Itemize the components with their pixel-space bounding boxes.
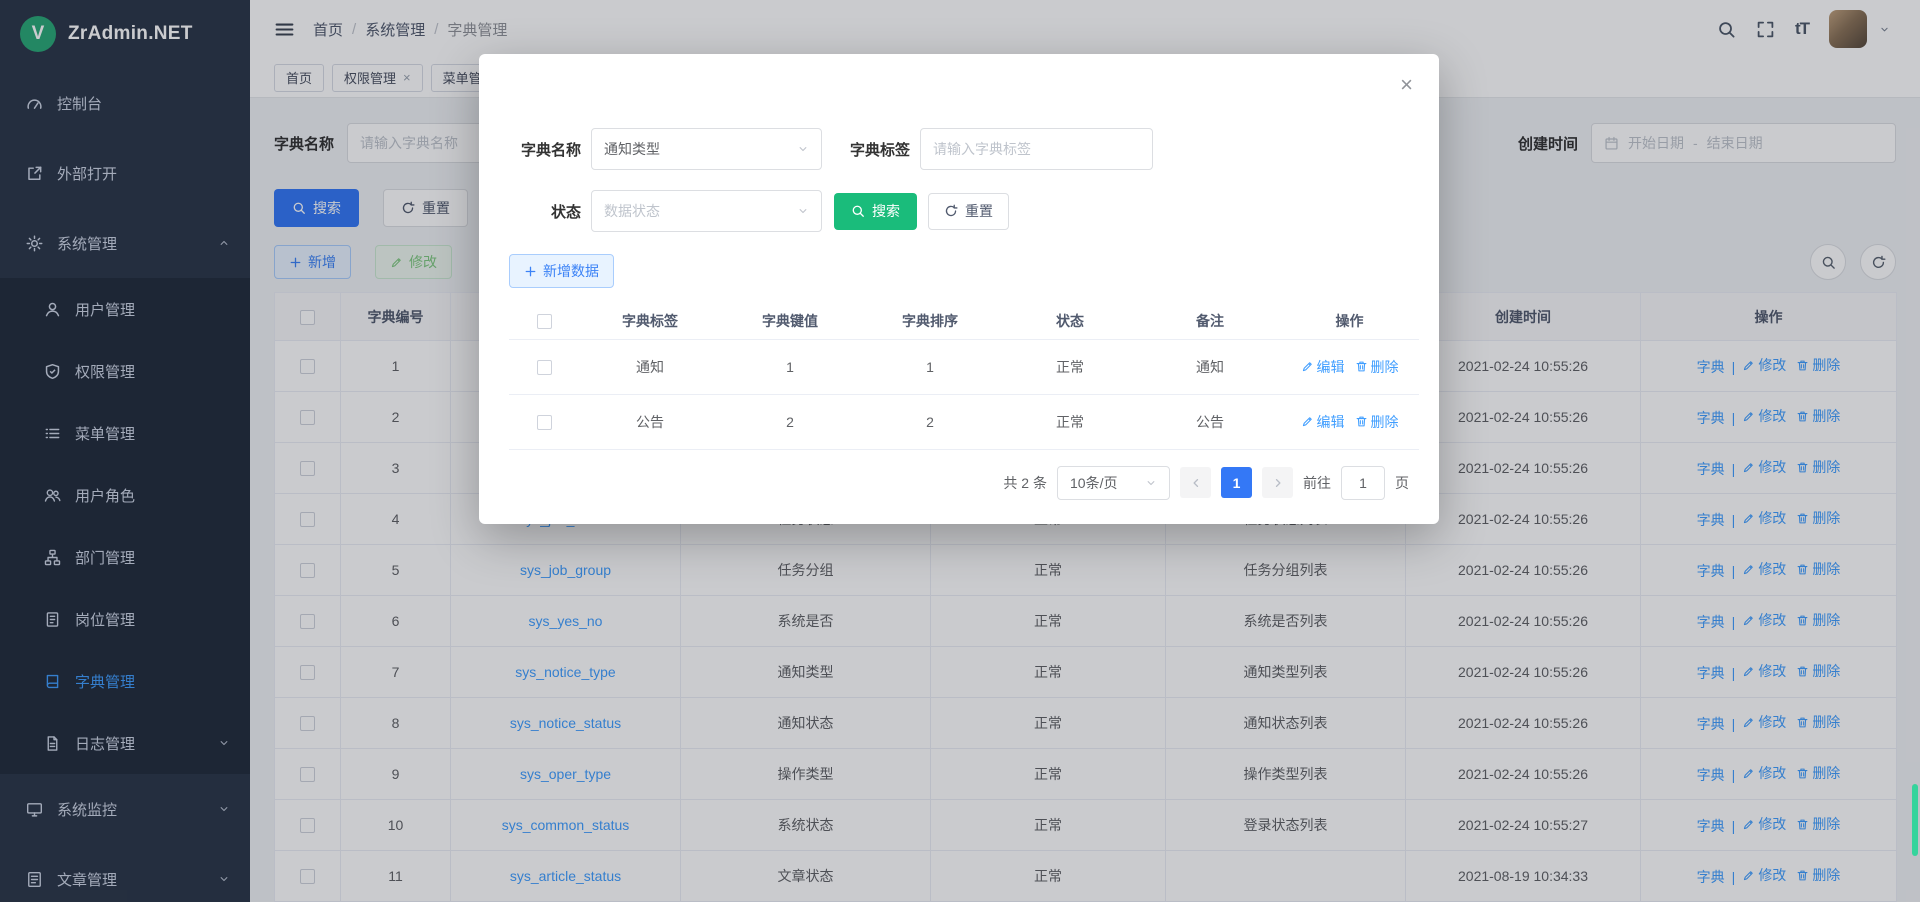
goto-page-input-wrap: [1341, 466, 1385, 500]
dict-data-row: 公告22正常公告编辑删除: [509, 394, 1419, 449]
column-header: 备注: [1140, 303, 1280, 339]
modal-dict-label-label: 字典标签: [822, 139, 910, 160]
dict-data-table: 字典标签 字典键值 字典排序 状态 备注 操作 通知11正常通知编辑删除公告22…: [509, 303, 1419, 450]
row-checkbox[interactable]: [537, 415, 552, 430]
prev-page-button[interactable]: [1180, 467, 1211, 498]
dict-name-select[interactable]: 通知类型: [591, 128, 822, 170]
chevron-left-icon: [1190, 477, 1202, 489]
row-checkbox[interactable]: [537, 360, 552, 375]
pagination: 共 2 条 10条/页 1 前往 页: [509, 466, 1409, 500]
dict-status-cell: 正常: [1000, 394, 1140, 449]
app-screen: V ZrAdmin.NET 控制台 外部打开 系统管理 用户管理 权限管理: [0, 0, 1920, 902]
delete-action-link[interactable]: 删除: [1355, 357, 1399, 377]
dict-data-dialog: × 字典名称 通知类型 字典标签 状态 数据状态 搜索: [479, 54, 1439, 524]
add-data-button-label: 新增数据: [543, 261, 599, 281]
edit-action-link[interactable]: 编辑: [1301, 357, 1345, 377]
chevron-down-icon: [1145, 477, 1157, 489]
modal-reset-button[interactable]: 重置: [928, 193, 1009, 230]
modal-filter-row-2: 状态 数据状态 搜索 重置: [509, 190, 1409, 232]
modal-search-button[interactable]: 搜索: [834, 193, 917, 230]
status-select-placeholder: 数据状态: [604, 201, 660, 221]
edit-icon: [1301, 360, 1314, 373]
column-header: 操作: [1280, 303, 1419, 339]
modal-status-label: 状态: [509, 201, 581, 222]
next-page-button[interactable]: [1262, 467, 1293, 498]
trash-icon: [1355, 360, 1368, 373]
dict-sort-cell: 2: [860, 394, 1000, 449]
refresh-icon: [944, 204, 958, 218]
trash-icon: [1355, 415, 1368, 428]
dict-data-table-wrap: 字典标签 字典键值 字典排序 状态 备注 操作 通知11正常通知编辑删除公告22…: [509, 303, 1409, 450]
page-size-select[interactable]: 10条/页: [1057, 466, 1170, 500]
dict-key-cell: 2: [720, 394, 860, 449]
close-icon[interactable]: ×: [1400, 74, 1413, 96]
chevron-down-icon: [797, 143, 809, 155]
chevron-down-icon: [797, 205, 809, 217]
modal-filter-row-1: 字典名称 通知类型 字典标签: [509, 128, 1409, 170]
delete-action-link[interactable]: 删除: [1355, 412, 1399, 432]
dict-label-input[interactable]: [933, 141, 1140, 157]
modal-dict-name-label: 字典名称: [509, 139, 581, 160]
dict-label-cell: 通知: [580, 339, 720, 394]
search-icon: [851, 204, 865, 218]
page-unit-label: 页: [1395, 473, 1409, 493]
scrollbar-thumb[interactable]: [1912, 784, 1918, 856]
goto-page-input[interactable]: [1354, 475, 1372, 491]
dict-name-select-value: 通知类型: [604, 139, 660, 159]
modal-reset-button-label: 重置: [965, 201, 993, 221]
dict-sort-cell: 1: [860, 339, 1000, 394]
status-select[interactable]: 数据状态: [591, 190, 822, 232]
edit-icon: [1301, 415, 1314, 428]
dict-data-header-row: 字典标签 字典键值 字典排序 状态 备注 操作: [509, 303, 1419, 339]
goto-label: 前往: [1303, 473, 1331, 493]
column-header: 状态: [1000, 303, 1140, 339]
dict-remark-cell: 公告: [1140, 394, 1280, 449]
modal-search-button-label: 搜索: [872, 201, 900, 221]
dict-remark-cell: 通知: [1140, 339, 1280, 394]
add-data-button[interactable]: 新增数据: [509, 254, 614, 288]
edit-action-link[interactable]: 编辑: [1301, 412, 1345, 432]
column-header: 字典键值: [720, 303, 860, 339]
plus-icon: [524, 265, 537, 278]
page-size-value: 10条/页: [1070, 473, 1117, 493]
column-header: 字典标签: [580, 303, 720, 339]
select-all-checkbox[interactable]: [537, 314, 552, 329]
dict-status-cell: 正常: [1000, 339, 1140, 394]
dict-label-cell: 公告: [580, 394, 720, 449]
chevron-right-icon: [1272, 477, 1284, 489]
dict-data-row: 通知11正常通知编辑删除: [509, 339, 1419, 394]
current-page-button[interactable]: 1: [1221, 467, 1252, 498]
dict-key-cell: 1: [720, 339, 860, 394]
column-header: 字典排序: [860, 303, 1000, 339]
pagination-total: 共 2 条: [1003, 473, 1047, 493]
dict-label-input-wrap: [920, 128, 1153, 170]
